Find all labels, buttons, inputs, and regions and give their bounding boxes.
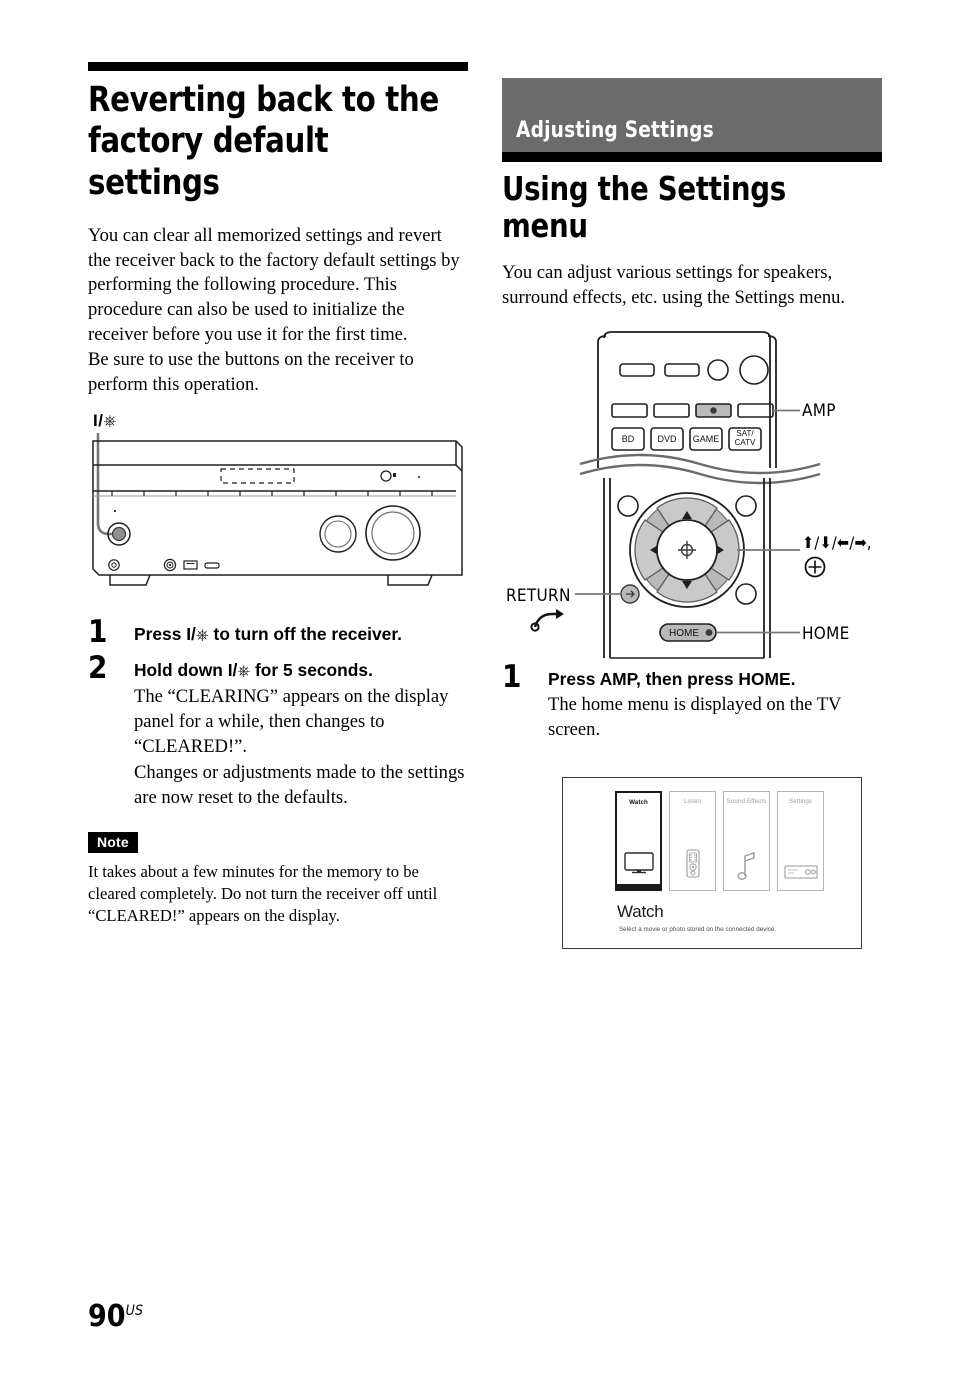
step-2-number: 2 <box>88 650 108 687</box>
section-band: Adjusting Settings <box>502 78 882 152</box>
tv-menu-item-watch[interactable]: Watch <box>615 791 662 891</box>
step-1-heading-suffix: to turn off the receiver. <box>208 624 402 645</box>
remote-button-bd-label: BD <box>622 434 635 444</box>
remote-button-dvd-label: DVD <box>657 434 677 444</box>
remote-dpad <box>629 492 800 608</box>
cursor-callout: ⬆/⬇/⬅/➡, <box>802 533 872 580</box>
tv-menu-columns: Watch Listen Sound Effects Settings <box>615 791 824 891</box>
right-step-1-body: The home menu is displayed on the TV scr… <box>548 694 842 740</box>
enter-circle-plus-icon <box>804 556 826 578</box>
remote-home-button-label: HOME <box>669 628 699 639</box>
section-band-label: Adjusting Settings <box>516 118 714 143</box>
tv-menu-item-sound-effects[interactable]: Sound Effects <box>723 791 770 891</box>
step-2-body-line-2: Changes or adjustments made to the setti… <box>134 762 465 808</box>
receiver-icon <box>778 847 823 881</box>
page-folio: 90US <box>88 1302 143 1332</box>
remote-button-sat-label-2: CATV <box>735 438 756 447</box>
tv-menu-item-settings-label: Settings <box>788 798 813 805</box>
power-symbol-inline-2: I/⎈ <box>227 660 251 681</box>
remote-home-button: HOME <box>659 623 800 642</box>
right-column: Adjusting Settings Using the Settings me… <box>502 78 882 311</box>
return-arrow-icon <box>530 609 564 632</box>
section-title: Using the Settings menu <box>502 169 786 245</box>
step-1: 1 Press I/⎈ to turn off the receiver. <box>88 617 468 648</box>
tv-menu-item-listen-label: Listen <box>683 798 702 805</box>
manual-page: Reverting back to the factory default se… <box>0 0 954 1373</box>
right-step-1: 1 Press AMP, then press HOME. The home m… <box>502 662 882 742</box>
tv-selected-description: Select a movie or photo stored on the co… <box>619 926 777 933</box>
break-wave-lines <box>579 453 821 485</box>
step-2-heading: Hold down I/⎈ for 5 seconds. <box>134 659 468 683</box>
receiver-front-panel-illustration <box>92 433 463 587</box>
tv-menu-item-watch-label: Watch <box>629 799 648 806</box>
step-2-body-line-1: The “CLEARING” appears on the display pa… <box>134 686 449 757</box>
note-tag: Note <box>88 832 138 854</box>
step-2-heading-prefix: Hold down <box>134 660 228 681</box>
right-step-1-heading: Press AMP, then press HOME. <box>548 669 796 689</box>
home-callout-label: HOME <box>802 624 850 644</box>
chapter-top-rule <box>88 62 468 71</box>
remote-icon <box>670 847 715 881</box>
remote-control-figure: BD DVD GAME SAT/ CATV HOME RETURN AMP ⬆/… <box>500 328 950 666</box>
remote-button-game-label: GAME <box>693 434 720 444</box>
tv-icon <box>617 841 660 875</box>
return-callout: RETURN <box>506 586 590 633</box>
amp-callout-label: AMP <box>802 401 836 421</box>
tv-selected-title: Watch <box>617 902 664 921</box>
page-region-suffix: US <box>125 1303 144 1319</box>
step-1-heading: Press I/⎈ to turn off the receiver. <box>134 623 468 647</box>
tv-home-menu-figure: Watch Listen Sound Effects Settings Watc… <box>562 777 862 949</box>
right-step-1-number: 1 <box>502 659 522 695</box>
power-symbol-callout-label: I/⎈ <box>93 411 117 431</box>
tv-menu-item-listen[interactable]: Listen <box>669 791 716 891</box>
intro-paragraph-1: You can clear all memorized settings and… <box>88 224 460 346</box>
page-title: Reverting back to the factory default se… <box>88 80 439 203</box>
section-band-rule <box>502 152 882 162</box>
right-intro-paragraph: You can adjust various settings for spea… <box>502 261 846 308</box>
receiver-figure: I/⎈ <box>88 411 468 611</box>
tv-menu-item-settings[interactable]: Settings <box>777 791 824 891</box>
left-column: Reverting back to the factory default se… <box>88 62 468 926</box>
music-note-icon <box>724 847 769 881</box>
page-number: 90 <box>88 1299 126 1334</box>
intro-paragraph-2: Be sure to use the buttons on the receiv… <box>88 348 414 395</box>
step-1-heading-prefix: Press <box>134 624 187 645</box>
step-1-number: 1 <box>88 614 108 651</box>
remote-button-sat-label-1: SAT/ <box>736 429 754 438</box>
step-2-heading-suffix: for 5 seconds. <box>250 660 373 681</box>
note-text: It takes about a few minutes for the mem… <box>88 862 438 925</box>
tv-menu-item-sound-effects-label: Sound Effects <box>726 798 767 805</box>
note-block: Note It takes about a few minutes for th… <box>88 832 468 926</box>
step-2: 2 Hold down I/⎈ for 5 seconds. The “CLEA… <box>88 653 468 810</box>
return-callout-label: RETURN <box>506 586 571 606</box>
cursor-callout-label: ⬆/⬇/⬅/➡, <box>802 533 872 552</box>
power-symbol-inline: I/⎈ <box>186 624 209 645</box>
